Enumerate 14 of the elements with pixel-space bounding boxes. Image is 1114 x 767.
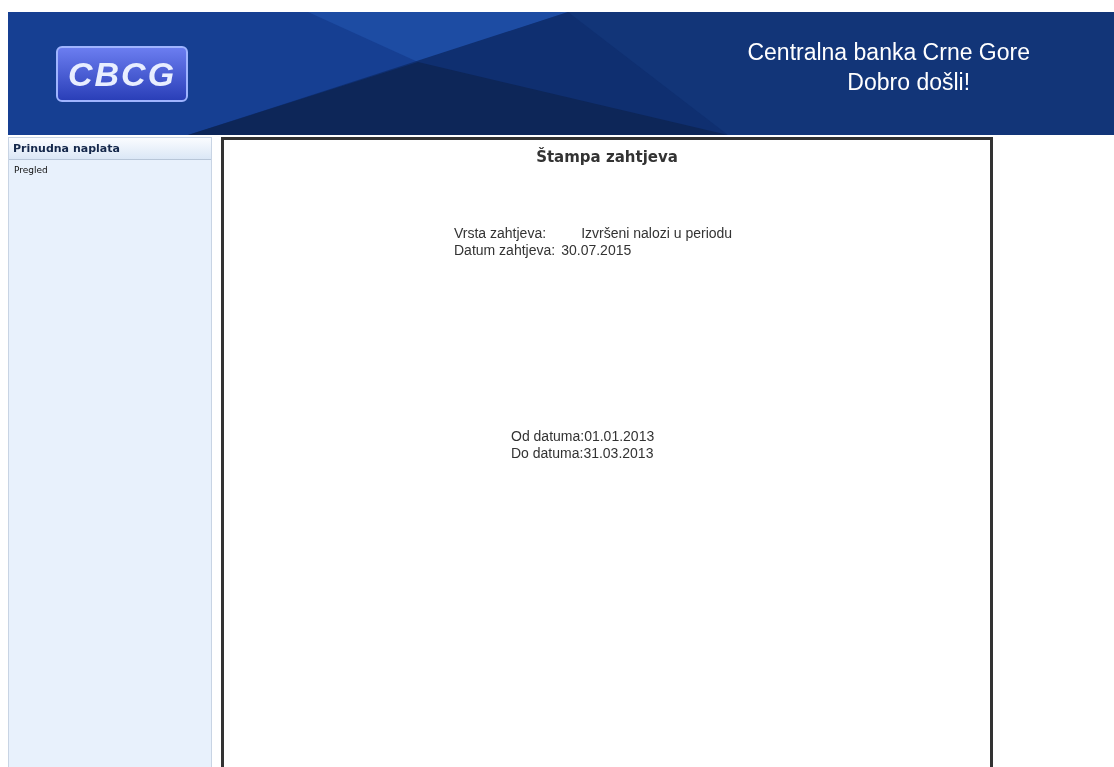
sidebar-item[interactable]: Pregled (9, 160, 211, 180)
field-label: Datum zahtjeva: (454, 242, 556, 259)
field-value: 01.01.2013 (584, 428, 655, 444)
field-label: Do datuma: (511, 445, 584, 461)
bank-name: Centralna banka Crne Gore (747, 37, 1030, 67)
welcome-text: Dobro došli! (846, 67, 972, 97)
field-label: Od datuma: (511, 428, 585, 444)
document-title: Štampa zahtjeva (535, 148, 679, 166)
sidebar-section-header[interactable]: Prinudna naplata (9, 138, 211, 160)
logo[interactable]: CBCG (56, 45, 189, 102)
field-value: 30.07.2015 (561, 242, 633, 259)
field-value: 31.03.2013 (583, 445, 654, 461)
field-value: Izvršeni nalozi u periodu (580, 225, 733, 242)
field-label: Vrsta zahtjeva: (454, 225, 548, 242)
